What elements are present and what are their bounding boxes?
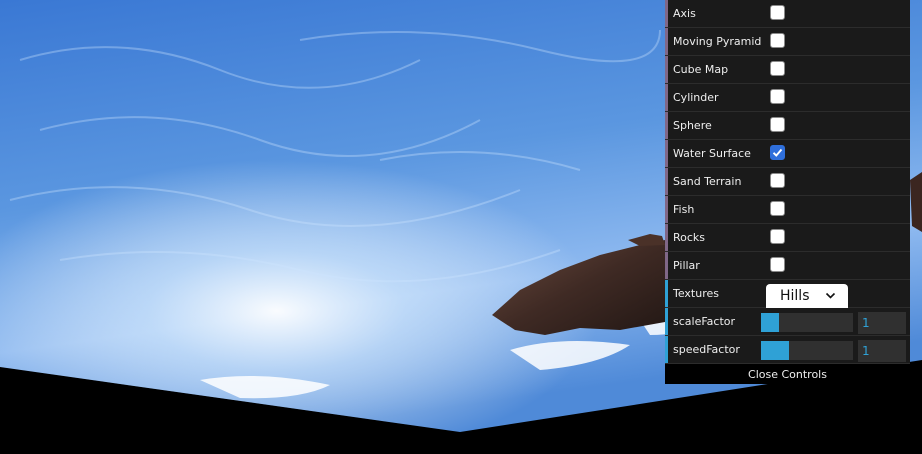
toggle-label-cube-map: Cube Map — [673, 63, 729, 76]
checkbox-cylinder[interactable] — [770, 89, 785, 104]
checkbox-sphere[interactable] — [770, 117, 785, 132]
toggle-label-sand-terrain: Sand Terrain — [673, 175, 742, 188]
toggle-row-fish: Fish — [665, 196, 910, 224]
toggle-row-pillar: Pillar — [665, 252, 910, 280]
textures-label: Textures — [673, 287, 719, 300]
toggle-label-water-surface: Water Surface — [673, 147, 751, 160]
toggle-row-sphere: Sphere — [665, 112, 910, 140]
toggle-row-cube-map: Cube Map — [665, 56, 910, 84]
toggle-label-sphere: Sphere — [673, 119, 712, 132]
checkbox-pillar[interactable] — [770, 257, 785, 272]
checkbox-axis[interactable] — [770, 5, 785, 20]
toggle-row-water-surface: Water Surface — [665, 140, 910, 168]
checkbox-cube-map[interactable] — [770, 61, 785, 76]
checkbox-water-surface[interactable] — [770, 145, 785, 160]
textures-select-value: Hills — [780, 288, 810, 304]
toggle-label-axis: Axis — [673, 7, 696, 20]
textures-select[interactable]: Hills — [766, 284, 848, 308]
chevron-down-icon — [825, 292, 836, 299]
close-controls-button[interactable]: Close Controls — [665, 364, 910, 384]
speed-factor-label: speedFactor — [673, 343, 740, 356]
scale-factor-slider-fill — [761, 313, 780, 332]
toggle-row-rocks: Rocks — [665, 224, 910, 252]
toggle-row-sand-terrain: Sand Terrain — [665, 168, 910, 196]
scale-factor-label: scaleFactor — [673, 315, 736, 328]
checkmark-icon — [772, 148, 783, 157]
speed-factor-slider[interactable] — [761, 341, 853, 360]
controls-panel: Axis Moving Pyramid Cube Map Cylinder Sphere… — [665, 0, 910, 384]
toggle-label-fish: Fish — [673, 203, 695, 216]
scale-factor-row: scaleFactor 1 — [665, 308, 910, 336]
checkbox-sand-terrain[interactable] — [770, 173, 785, 188]
toggle-row-axis: Axis — [665, 0, 910, 28]
toggle-row-cylinder: Cylinder — [665, 84, 910, 112]
speed-factor-input[interactable]: 1 — [858, 340, 906, 362]
textures-row: Textures Hills — [665, 280, 910, 308]
toggle-row-moving-pyramid: Moving Pyramid — [665, 28, 910, 56]
speed-factor-slider-fill — [761, 341, 789, 360]
speed-factor-row: speedFactor 1 — [665, 336, 910, 364]
toggle-label-rocks: Rocks — [673, 231, 706, 244]
scale-factor-slider[interactable] — [761, 313, 853, 332]
scale-factor-input[interactable]: 1 — [858, 312, 906, 334]
checkbox-moving-pyramid[interactable] — [770, 33, 785, 48]
toggle-label-pillar: Pillar — [673, 259, 700, 272]
checkbox-fish[interactable] — [770, 201, 785, 216]
toggle-label-moving-pyramid: Moving Pyramid — [673, 35, 762, 48]
toggle-label-cylinder: Cylinder — [673, 91, 719, 104]
checkbox-rocks[interactable] — [770, 229, 785, 244]
